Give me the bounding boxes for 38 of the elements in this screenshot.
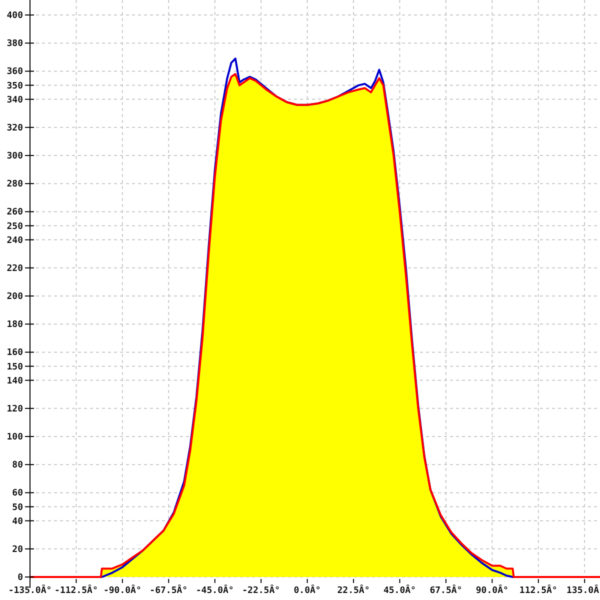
tick-label: 20 xyxy=(12,544,23,555)
tick-label: 50 xyxy=(12,502,23,513)
tick-label: 200 xyxy=(6,292,23,302)
tick-label: 67.5Â° xyxy=(430,586,462,596)
tick-label: -135.0Â° xyxy=(8,586,52,596)
tick-label: 320 xyxy=(6,123,23,134)
tick-label: -90.0Â° xyxy=(103,586,142,596)
tick-label: 100 xyxy=(6,432,23,442)
tick-label: 90.0Â° xyxy=(476,586,508,596)
tick-label: 350 xyxy=(6,81,23,92)
tick-label: 45.0Â° xyxy=(383,586,416,596)
tick-label: 380 xyxy=(6,39,23,50)
tick-label: 160 xyxy=(6,348,23,358)
tick-label: 280 xyxy=(6,180,23,190)
tick-label: 400 xyxy=(6,11,23,21)
tick-label: 150 xyxy=(6,362,23,372)
tick-label: 112.5Â° xyxy=(519,586,558,596)
tick-label: 120 xyxy=(6,404,23,414)
tick-label: 40 xyxy=(12,516,23,527)
tick-label: -45.0Â° xyxy=(196,586,234,596)
tick-label: 140 xyxy=(6,376,23,386)
tick-label: 0 xyxy=(18,573,23,583)
tick-label: 360 xyxy=(6,67,23,78)
tick-label: 180 xyxy=(6,320,23,330)
tick-label: 300 xyxy=(6,152,23,162)
tick-label: -112.5Â° xyxy=(54,586,98,596)
tick-label: 220 xyxy=(6,264,23,274)
tick-label: 22.5Â° xyxy=(337,586,370,596)
tick-label: 80 xyxy=(12,460,23,471)
tick-label: -22.5Â° xyxy=(242,586,280,596)
tick-label: -67.5Â° xyxy=(150,586,188,596)
tick-label: 60 xyxy=(12,488,23,499)
tick-label: 250 xyxy=(6,222,23,232)
tick-label: 0.0Â° xyxy=(294,586,321,596)
tick-label: 240 xyxy=(6,236,23,246)
tick-label: 260 xyxy=(6,208,23,218)
tick-label: 135.0Â xyxy=(566,586,599,596)
tick-label: 340 xyxy=(6,95,23,106)
